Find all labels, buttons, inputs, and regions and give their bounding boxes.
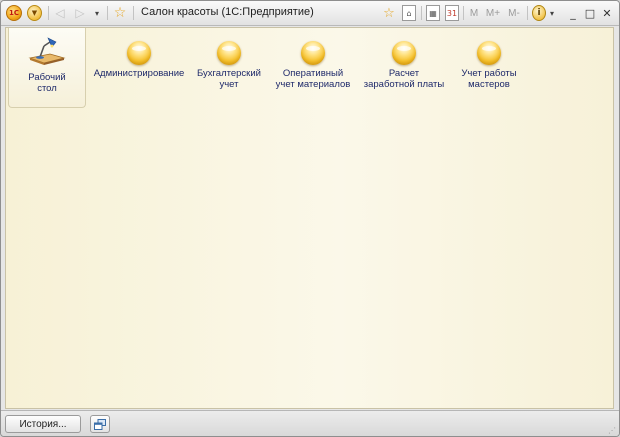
memory-button[interactable]: M: [468, 5, 480, 21]
memory-minus-button[interactable]: M-: [505, 5, 523, 21]
section-operational-materials[interactable]: Оперативный учет материалов: [271, 28, 355, 90]
yellow-orb-icon: [477, 41, 501, 65]
forward-icon[interactable]: ▷: [73, 5, 87, 21]
separator: [107, 6, 108, 20]
link-icon[interactable]: ⌂: [402, 5, 416, 21]
sections-panel: Рабочий стол Администрирование Бухгалтер…: [5, 27, 614, 409]
close-icon[interactable]: ✕: [601, 5, 613, 21]
separator: [133, 6, 134, 20]
section-label: Рабочий стол: [28, 72, 66, 94]
separator: [421, 6, 422, 20]
yellow-orb-icon: [217, 41, 241, 65]
info-dropdown-icon[interactable]: ▾: [548, 5, 556, 21]
section-label: Учет работы мастеров: [461, 68, 517, 90]
windows-list-button[interactable]: [90, 415, 110, 433]
memory-plus-button[interactable]: M+: [484, 5, 502, 21]
separator: [48, 6, 49, 20]
section-administration[interactable]: Администрирование: [90, 28, 188, 79]
section-accounting[interactable]: Бухгалтерский учет: [190, 28, 268, 90]
back-icon[interactable]: ◁: [53, 5, 67, 21]
app-logo-icon[interactable]: 1С: [6, 5, 22, 21]
title-bar: 1С ▼ ◁ ▷ ▾ ☆ Салон красоты (1С:Предприят…: [1, 1, 619, 26]
resize-grip-icon[interactable]: ⋰: [608, 426, 616, 435]
yellow-orb-icon: [127, 41, 151, 65]
add-favorite-icon[interactable]: ☆: [381, 5, 397, 21]
calculator-icon[interactable]: ▦: [426, 5, 440, 21]
section-label: Бухгалтерский учет: [197, 68, 261, 90]
separator: [463, 6, 464, 20]
window-title: Салон красоты (1С:Предприятие): [141, 6, 314, 18]
windows-icon: [94, 418, 106, 430]
section-payroll[interactable]: Расчет заработной платы: [359, 28, 449, 90]
separator: [527, 6, 528, 20]
minimize-icon[interactable]: _: [567, 5, 579, 21]
section-masters-work[interactable]: Учет работы мастеров: [454, 28, 524, 90]
info-icon[interactable]: i: [532, 5, 546, 21]
history-button[interactable]: История...: [5, 415, 81, 433]
status-bar: История... ⋰: [1, 410, 619, 436]
maximize-icon[interactable]: □: [584, 5, 596, 21]
app-window: 1С ▼ ◁ ▷ ▾ ☆ Салон красоты (1С:Предприят…: [0, 0, 620, 437]
yellow-orb-icon: [301, 41, 325, 65]
favorites-icon[interactable]: ☆: [112, 5, 128, 21]
desk-lamp-icon: [26, 34, 68, 68]
section-desktop[interactable]: Рабочий стол: [8, 28, 86, 108]
main-menu-icon[interactable]: ▼: [27, 5, 42, 21]
section-label: Администрирование: [93, 68, 185, 79]
calendar-icon[interactable]: 31: [445, 5, 459, 21]
section-label: Оперативный учет материалов: [275, 68, 351, 90]
history-dropdown-icon[interactable]: ▾: [92, 5, 102, 21]
section-label: Расчет заработной платы: [363, 68, 445, 90]
yellow-orb-icon: [392, 41, 416, 65]
